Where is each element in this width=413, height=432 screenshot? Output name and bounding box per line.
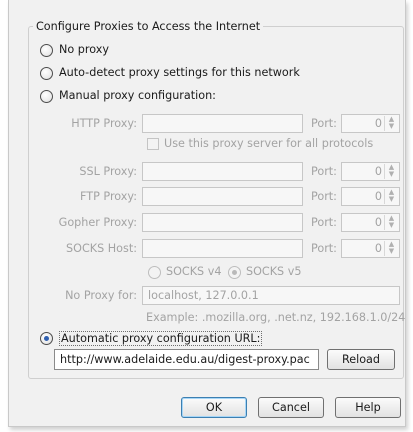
no-proxy-for-label: No Proxy for: — [65, 289, 137, 302]
manual-proxy-radio[interactable] — [40, 90, 53, 103]
ssl-port-stepper[interactable]: 0 ▲ ▼ — [341, 162, 400, 181]
reload-button-label: Reload — [341, 353, 381, 366]
spinner-arrows-icon[interactable]: ▲ ▼ — [384, 189, 398, 204]
ftp-proxy-label: FTP Proxy: — [80, 190, 137, 203]
auto-detect-radio[interactable] — [40, 67, 53, 80]
http-port-label: Port: — [311, 117, 337, 130]
group-legend: Configure Proxies to Access the Internet — [36, 20, 261, 33]
same-proxy-checkbox[interactable] — [147, 138, 159, 150]
spinner-arrows-icon[interactable]: ▲ ▼ — [384, 241, 398, 256]
reload-button[interactable]: Reload — [327, 349, 395, 370]
socks-port-stepper[interactable]: 0 ▲ ▼ — [341, 239, 400, 258]
no-proxy-for-value: localhost, 127.0.0.1 — [148, 289, 259, 302]
spinner-arrows-icon[interactable]: ▲ ▼ — [384, 215, 398, 230]
automatic-url-value: http://www.adelaide.edu.au/digest-proxy.… — [60, 353, 310, 366]
cancel-button-label: Cancel — [272, 401, 310, 414]
socks-host-field[interactable] — [142, 239, 303, 258]
ssl-port-value: 0 — [374, 165, 382, 178]
spinner-arrows-icon[interactable]: ▲ ▼ — [384, 116, 398, 131]
socks-v4-radio[interactable] — [148, 266, 161, 279]
no-proxy-example: Example: .mozilla.org, .net.nz, 192.168.… — [146, 311, 406, 324]
socks-host-label: SOCKS Host: — [66, 242, 137, 255]
socks-port-label: Port: — [311, 242, 337, 255]
http-port-stepper[interactable]: 0 ▲ ▼ — [341, 114, 400, 133]
gopher-port-value: 0 — [374, 216, 382, 229]
socks-v5-label[interactable]: SOCKS v5 — [246, 265, 301, 278]
socks-v5-radio[interactable] — [228, 266, 241, 279]
ssl-proxy-label: SSL Proxy: — [79, 165, 137, 178]
same-proxy-label[interactable]: Use this proxy server for all protocols — [164, 137, 373, 150]
cancel-button[interactable]: Cancel — [258, 397, 324, 418]
ftp-proxy-field[interactable] — [142, 187, 303, 206]
ok-button[interactable]: OK — [181, 397, 247, 418]
no-proxy-label[interactable]: No proxy — [59, 43, 109, 56]
ssl-port-label: Port: — [311, 165, 337, 178]
gopher-port-label: Port: — [311, 216, 337, 229]
connection-settings-dialog: Configure Proxies to Access the Internet… — [8, 0, 406, 427]
socks-v4-label[interactable]: SOCKS v4 — [166, 265, 221, 278]
help-button[interactable]: Help — [335, 397, 401, 418]
automatic-url-field[interactable]: http://www.adelaide.edu.au/digest-proxy.… — [54, 349, 319, 370]
ftp-port-value: 0 — [374, 190, 382, 203]
socks-port-value: 0 — [374, 242, 382, 255]
ok-button-label: OK — [205, 401, 223, 414]
gopher-proxy-field[interactable] — [142, 213, 303, 232]
http-proxy-field[interactable] — [142, 114, 303, 133]
manual-proxy-label[interactable]: Manual proxy configuration: — [59, 89, 216, 102]
automatic-url-label[interactable]: Automatic proxy configuration URL: — [59, 331, 263, 346]
no-proxy-radio[interactable] — [40, 44, 53, 57]
http-port-value: 0 — [374, 117, 382, 130]
auto-detect-label[interactable]: Auto-detect proxy settings for this netw… — [59, 66, 300, 79]
http-proxy-label: HTTP Proxy: — [71, 117, 137, 130]
gopher-proxy-label: Gopher Proxy: — [58, 216, 137, 229]
ftp-port-label: Port: — [311, 190, 337, 203]
help-button-label: Help — [355, 401, 381, 414]
no-proxy-for-field[interactable]: localhost, 127.0.0.1 — [142, 286, 400, 305]
ftp-port-stepper[interactable]: 0 ▲ ▼ — [341, 187, 400, 206]
ssl-proxy-field[interactable] — [142, 162, 303, 181]
gopher-port-stepper[interactable]: 0 ▲ ▼ — [341, 213, 400, 232]
automatic-url-radio[interactable] — [40, 332, 53, 345]
spinner-arrows-icon[interactable]: ▲ ▼ — [384, 164, 398, 179]
